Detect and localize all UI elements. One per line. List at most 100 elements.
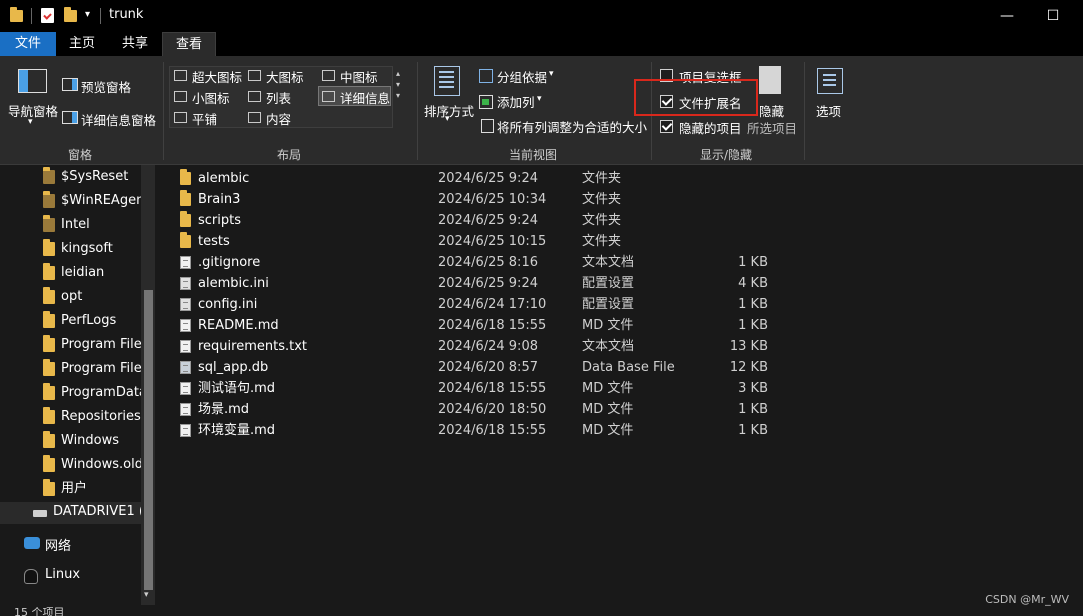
divider xyxy=(417,62,418,160)
sidebar-item[interactable]: PerfLogs xyxy=(0,309,142,333)
properties-icon[interactable] xyxy=(41,8,54,23)
group-by-button[interactable]: 分组依据 xyxy=(497,67,547,86)
status-bar xyxy=(0,605,1083,616)
file-row[interactable]: alembic.ini 2024/6/25 9:24 配置设置 4 KB xyxy=(172,273,772,294)
navigation-pane-icon[interactable] xyxy=(18,69,47,93)
layout-details[interactable]: 详细信息 xyxy=(340,88,390,107)
minimize-button[interactable]: — xyxy=(984,4,1030,28)
file-name: config.ini xyxy=(198,297,258,312)
file-size: 13 KB xyxy=(729,339,768,354)
sidebar-item[interactable]: $WinREAgent xyxy=(0,189,142,213)
file-type: 文本文档 xyxy=(582,255,635,270)
sidebar-item[interactable]: Repositories xyxy=(0,405,142,429)
gallery-scroll-icon[interactable]: ▴ ▾ ▾ xyxy=(396,68,400,101)
file-row[interactable]: sql_app.db 2024/6/20 8:57 Data Base File 12… xyxy=(172,357,772,378)
file-row[interactable]: 场景.md 2024/6/20 18:50 MD 文件 1 KB xyxy=(172,399,772,420)
file-row[interactable]: 环境变量.md 2024/6/18 15:55 MD 文件 1 KB xyxy=(172,420,772,441)
chevron-down-icon[interactable]: ▾ xyxy=(85,9,90,20)
file-size: 3 KB xyxy=(738,381,768,396)
divider xyxy=(100,8,101,24)
layout-small-icons[interactable]: 小图标 xyxy=(192,88,230,107)
sidebar-item-label: kingsoft xyxy=(61,241,113,256)
file-name: 环境变量.md xyxy=(198,423,276,438)
chevron-down-icon[interactable]: ▾ xyxy=(549,69,554,79)
folder-icon xyxy=(43,335,55,352)
options-button[interactable]: 选项 xyxy=(816,101,841,120)
sort-by-icon[interactable] xyxy=(434,66,460,96)
folder-icon xyxy=(43,167,55,184)
group-label-layout: 布局 xyxy=(277,148,302,162)
file-name: scripts xyxy=(198,213,241,228)
sidebar-item[interactable]: 用户 xyxy=(0,477,142,501)
file-size: 1 KB xyxy=(738,297,768,312)
folder-icon xyxy=(43,359,55,376)
list-icon xyxy=(248,91,261,102)
tab-file[interactable]: 文件 xyxy=(0,32,56,56)
file-date: 2024/6/25 10:15 xyxy=(438,234,547,249)
file-type: MD 文件 xyxy=(582,318,634,333)
hide-selected-items-icon[interactable] xyxy=(759,66,781,94)
sidebar-item[interactable]: $SysReset xyxy=(0,165,142,189)
divider xyxy=(804,62,805,160)
tab-view[interactable]: 查看 xyxy=(162,32,216,58)
sidebar-item[interactable]: Program Files xyxy=(0,357,142,381)
file-name: .gitignore xyxy=(198,255,261,270)
layout-medium-icons[interactable]: 中图标 xyxy=(340,67,378,86)
file-row[interactable]: config.ini 2024/6/24 17:10 配置设置 1 KB xyxy=(172,294,772,315)
file-size: 4 KB xyxy=(738,276,768,291)
file-row[interactable]: requirements.txt 2024/6/24 9:08 文本文档 13 KB xyxy=(172,336,772,357)
file-row[interactable]: tests 2024/6/25 10:15 文件夹 xyxy=(172,231,772,252)
sidebar-item[interactable]: Windows.old xyxy=(0,453,142,477)
sidebar-item[interactable]: kingsoft xyxy=(0,237,142,261)
details-pane-button[interactable]: 详细信息窗格 xyxy=(81,110,156,129)
sidebar-item[interactable]: Program Files xyxy=(0,333,142,357)
file-size: 1 KB xyxy=(738,318,768,333)
chevron-down-icon[interactable]: ▾ xyxy=(537,94,542,104)
hidden-items-checkbox[interactable] xyxy=(660,120,673,133)
add-columns-button[interactable]: 添加列 xyxy=(497,92,535,111)
scroll-down-icon[interactable]: ▾ xyxy=(144,590,149,600)
file-row[interactable]: scripts 2024/6/25 9:24 文件夹 xyxy=(172,210,772,231)
layout-large-icons[interactable]: 大图标 xyxy=(266,67,304,86)
group-label-show-hide: 显示/隐藏 xyxy=(700,148,753,162)
file-size: 1 KB xyxy=(738,255,768,270)
new-folder-icon[interactable] xyxy=(64,7,77,22)
sidebar-item[interactable]: ProgramData xyxy=(0,381,142,405)
file-icon xyxy=(180,403,191,416)
folder-icon[interactable] xyxy=(10,7,23,22)
layout-content[interactable]: 内容 xyxy=(266,109,291,128)
file-row[interactable]: .gitignore 2024/6/25 8:16 文本文档 1 KB xyxy=(172,252,772,273)
chevron-down-icon[interactable]: ▾ xyxy=(28,117,33,127)
tab-share[interactable]: 共享 xyxy=(110,32,160,56)
tab-home[interactable]: 主页 xyxy=(58,32,106,56)
sidebar-item[interactable]: Windows xyxy=(0,429,142,453)
maximize-button[interactable]: ☐ xyxy=(1030,4,1076,28)
file-row[interactable]: 测试语句.md 2024/6/18 15:55 MD 文件 3 KB xyxy=(172,378,772,399)
file-type: 文件夹 xyxy=(582,234,622,249)
preview-pane-button[interactable]: 预览窗格 xyxy=(81,77,131,96)
hide-selected-items-label: 所选项目 xyxy=(747,121,798,136)
group-by-icon xyxy=(479,69,493,83)
file-date: 2024/6/20 18:50 xyxy=(438,402,547,417)
sidebar-item[interactable]: Intel xyxy=(0,213,142,237)
file-row[interactable]: Brain3 2024/6/25 10:34 文件夹 xyxy=(172,189,772,210)
layout-extra-large-icons[interactable]: 超大图标 xyxy=(192,67,242,86)
sidebar-item-linux[interactable]: Linux xyxy=(45,567,80,582)
file-row[interactable]: README.md 2024/6/18 15:55 MD 文件 1 KB xyxy=(172,315,772,336)
sidebar-item[interactable]: opt xyxy=(0,285,142,309)
sidebar-item-label: Windows xyxy=(61,433,120,448)
sidebar-scrollbar-thumb[interactable] xyxy=(144,290,153,590)
layout-tiles[interactable]: 平铺 xyxy=(192,109,217,128)
item-count: 15 个项目 xyxy=(14,607,65,616)
options-icon[interactable] xyxy=(817,68,843,94)
layout-list[interactable]: 列表 xyxy=(266,88,291,107)
file-row[interactable]: alembic 2024/6/25 9:24 文件夹 xyxy=(172,168,772,189)
sidebar-item-network[interactable]: 网络 xyxy=(45,535,71,554)
sidebar-item[interactable]: leidian xyxy=(0,261,142,285)
chevron-down-icon[interactable]: ▾ xyxy=(445,114,450,124)
watermark: CSDN @Mr_WV xyxy=(985,593,1069,606)
file-size: 1 KB xyxy=(738,402,768,417)
navigation-pane-button[interactable]: 导航窗格 xyxy=(8,101,58,120)
size-all-columns-button[interactable]: 将所有列调整为合适的大小 xyxy=(497,117,647,136)
file-type: 文件夹 xyxy=(582,171,622,186)
